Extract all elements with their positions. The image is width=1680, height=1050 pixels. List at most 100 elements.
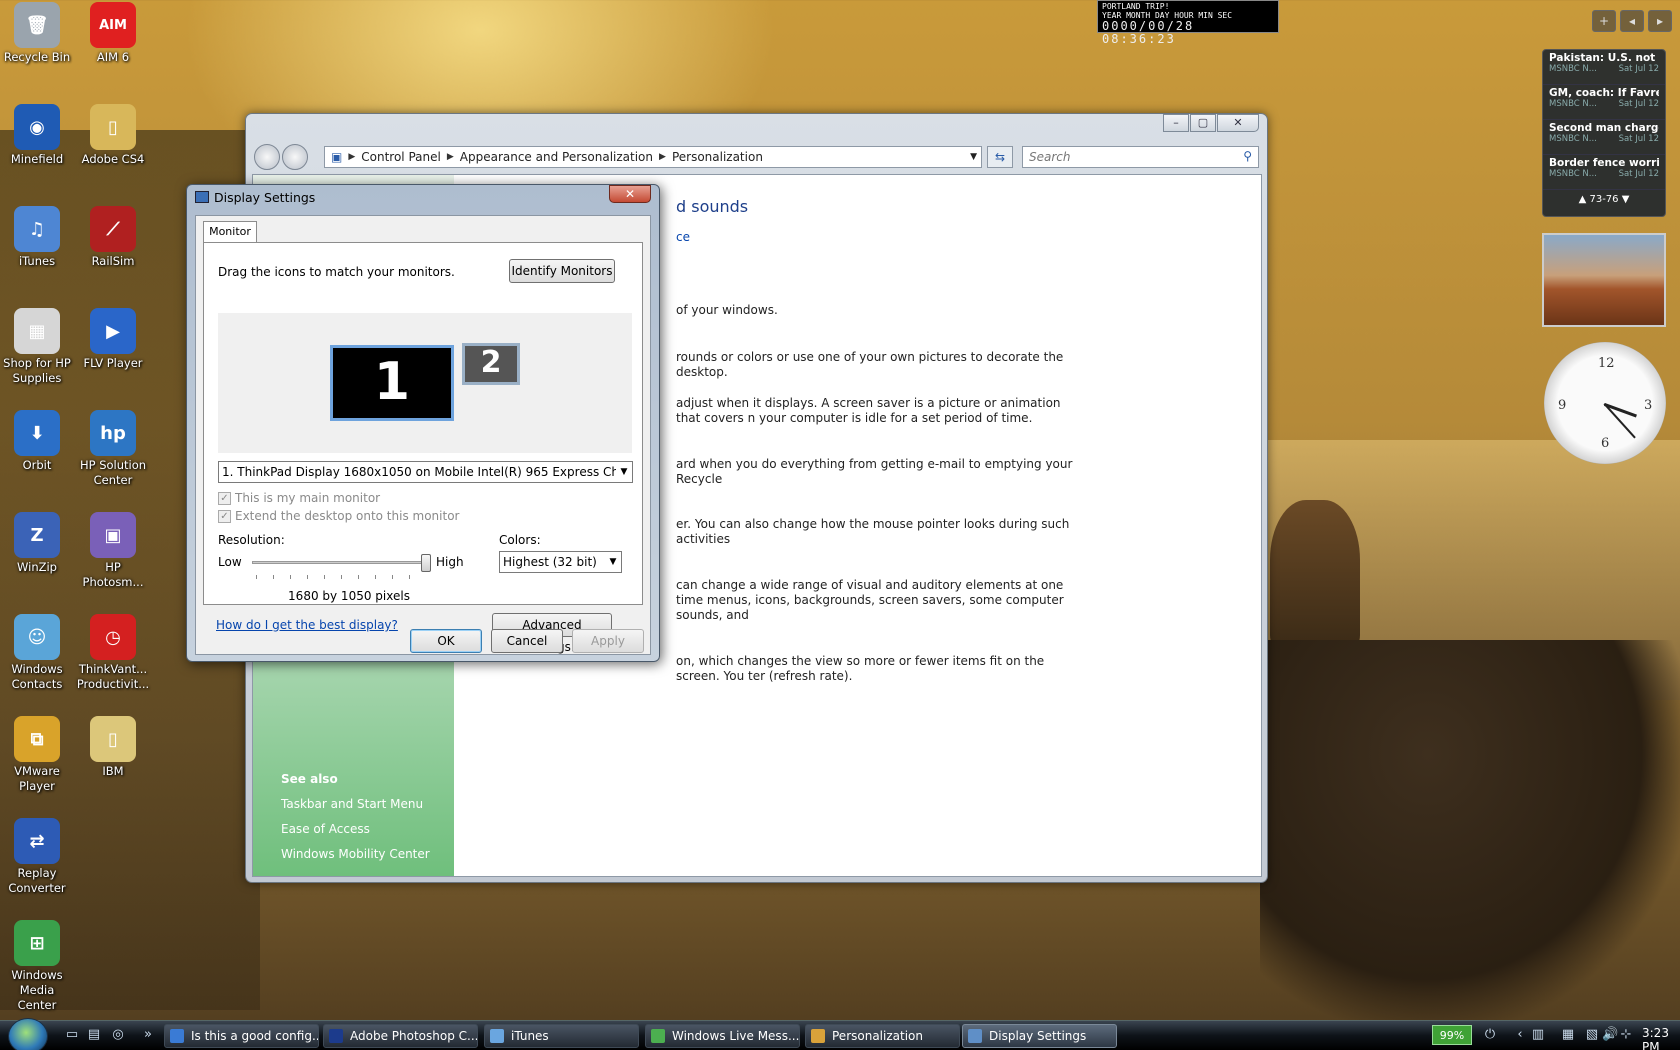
news-pager: ▲ 73-76 ▼ bbox=[1543, 194, 1665, 205]
extend-desktop-checkbox[interactable]: ✓ Extend the desktop onto this monitor bbox=[218, 509, 459, 523]
close-button[interactable]: ✕ bbox=[1217, 114, 1259, 132]
switch-windows-icon[interactable]: ▤ bbox=[86, 1027, 102, 1043]
news-meta: MSNBC N... Sat Jul 12 bbox=[1549, 169, 1659, 179]
volume-icon[interactable]: 🔊 bbox=[1602, 1027, 1618, 1043]
main-monitor-checkbox[interactable]: ✓ This is my main monitor bbox=[218, 491, 380, 505]
breadcrumb-appearance[interactable]: Appearance and Personalization bbox=[454, 150, 659, 164]
back-button[interactable] bbox=[254, 144, 280, 170]
desktop-icon[interactable]: ⧉ VMware Player bbox=[0, 716, 75, 794]
taskbar-button[interactable]: iTunes bbox=[484, 1024, 639, 1048]
folder-icon: ▯ bbox=[90, 716, 136, 762]
display-select[interactable]: 1. ThinkPad Display 1680x1050 on Mobile … bbox=[218, 461, 633, 483]
desktop-icon-label: Shop for HP Supplies bbox=[3, 356, 71, 385]
refresh-icon[interactable]: ⇆ bbox=[987, 146, 1013, 168]
show-desktop-icon[interactable]: ▭ bbox=[64, 1027, 80, 1043]
colors-select[interactable]: Highest (32 bit) ▼ bbox=[499, 551, 622, 573]
desktop-icon[interactable]: Z WinZip bbox=[0, 512, 75, 575]
desktop-icon[interactable]: ◷ ThinkVant... Productivit... bbox=[75, 614, 151, 692]
ok-button[interactable]: OK bbox=[410, 629, 482, 653]
taskbar-button[interactable]: Windows Live Mess... bbox=[645, 1024, 800, 1048]
monitor-2-icon[interactable]: 2 bbox=[462, 343, 520, 385]
page-title: d sounds bbox=[676, 197, 749, 216]
news-list: Pakistan: U.S. not hu...MSNBC N...Sat Ju… bbox=[1543, 50, 1665, 190]
taskbar-button[interactable]: Display Settings bbox=[962, 1024, 1117, 1048]
dialog-body: Monitor Drag the icons to match your mon… bbox=[195, 215, 651, 655]
battery-indicator[interactable]: 99% bbox=[1432, 1025, 1472, 1045]
start-button[interactable] bbox=[8, 1018, 48, 1050]
identify-monitors-button[interactable]: Identify Monitors bbox=[509, 259, 615, 283]
see-also-mobility-center-link[interactable]: Windows Mobility Center bbox=[281, 842, 430, 867]
tray-expand-icon[interactable]: ‹ bbox=[1512, 1027, 1528, 1043]
power-icon[interactable]: ⏻ bbox=[1482, 1027, 1498, 1043]
taskbar-button[interactable]: Personalization bbox=[805, 1024, 960, 1048]
personalization-description: ard when you do everything from getting … bbox=[676, 457, 1073, 486]
desktop-icon[interactable]: ▣ HP Photosm... bbox=[75, 512, 151, 590]
desktop-icon[interactable]: AIM AIM 6 bbox=[75, 2, 151, 65]
resolution-slider[interactable] bbox=[252, 554, 431, 572]
apply-button[interactable]: Apply bbox=[572, 629, 644, 653]
desktop-icon[interactable]: ⟋ RailSim bbox=[75, 206, 151, 269]
news-gadget: Pakistan: U.S. not hu...MSNBC N...Sat Ju… bbox=[1542, 49, 1666, 217]
desktop-icon[interactable]: ▯ IBM bbox=[75, 716, 151, 779]
forward-button[interactable] bbox=[282, 144, 308, 170]
minimize-button[interactable]: – bbox=[1163, 114, 1189, 132]
network-icon[interactable]: ▥ bbox=[1530, 1027, 1546, 1043]
desktop-icon[interactable]: ☺ Windows Contacts bbox=[0, 614, 75, 692]
taskbar-button-label: Adobe Photoshop C... bbox=[350, 1029, 478, 1043]
add-gadget-button[interactable]: + bbox=[1592, 10, 1616, 32]
folder-icon: ▯ bbox=[90, 104, 136, 150]
taskbar-button[interactable]: Adobe Photoshop C... bbox=[323, 1024, 478, 1048]
wireless-icon[interactable]: ⊹ bbox=[1618, 1027, 1634, 1043]
tray-app-icon[interactable]: ▦ bbox=[1560, 1027, 1576, 1043]
breadcrumb-personalization[interactable]: Personalization bbox=[666, 150, 769, 164]
news-item[interactable]: Border fence worries...MSNBC N... Sat Jul… bbox=[1543, 155, 1665, 190]
dialog-close-button[interactable]: ✕ bbox=[609, 185, 651, 203]
desktop-icon-label: ThinkVant... Productivit... bbox=[76, 662, 150, 691]
desktop-icon[interactable]: ⊞ Windows Media Center bbox=[0, 920, 75, 1013]
desktop-icon-label: Replay Converter bbox=[8, 866, 66, 895]
sidebar-next-icon[interactable]: ▸ bbox=[1648, 10, 1672, 32]
maximize-button[interactable]: ▢ bbox=[1190, 114, 1216, 132]
resolution-high-label: High bbox=[436, 555, 464, 569]
desktop-icon-label: Recycle Bin bbox=[3, 50, 71, 64]
search-input[interactable]: Search ⚲ bbox=[1022, 146, 1259, 168]
system-clock[interactable]: 3:23 PM bbox=[1642, 1026, 1680, 1050]
personalization-description: on, which changes the view so more or fe… bbox=[676, 654, 1045, 683]
monitor-1-icon[interactable]: 1 bbox=[330, 345, 454, 421]
see-also-taskbar-link[interactable]: Taskbar and Start Menu bbox=[281, 792, 430, 817]
address-bar[interactable]: ▣ ▶ Control Panel ▶ Appearance and Perso… bbox=[324, 146, 982, 168]
sidebar-prev-icon[interactable]: ◂ bbox=[1620, 10, 1644, 32]
breadcrumb-separator-icon: ▶ bbox=[446, 152, 454, 162]
news-next-icon[interactable]: ▼ bbox=[1622, 194, 1630, 205]
news-item[interactable]: Second man charged...MSNBC N... Sat Jul 1… bbox=[1543, 120, 1665, 155]
news-prev-icon[interactable]: ▲ bbox=[1579, 194, 1587, 205]
desktop-icon[interactable]: ▶ FLV Player bbox=[75, 308, 151, 371]
desktop-icon[interactable]: ♫ iTunes bbox=[0, 206, 75, 269]
desktop-icon[interactable]: hp HP Solution Center bbox=[75, 410, 151, 488]
desktop-icon[interactable]: ◉ Minefield bbox=[0, 104, 75, 167]
media-center-icon: ⊞ bbox=[14, 920, 60, 966]
network-status-icon[interactable]: ▧ bbox=[1584, 1027, 1600, 1043]
breadcrumb-control-panel[interactable]: Control Panel bbox=[355, 150, 447, 164]
see-also-ease-of-access-link[interactable]: Ease of Access bbox=[281, 817, 430, 842]
resolution-slider-thumb[interactable] bbox=[421, 554, 431, 572]
tab-monitor[interactable]: Monitor bbox=[203, 221, 257, 243]
cancel-button[interactable]: Cancel bbox=[491, 629, 563, 653]
address-dropdown-icon[interactable]: ▼ bbox=[970, 152, 981, 162]
slideshow-gadget[interactable] bbox=[1542, 233, 1666, 327]
change-color-link[interactable]: ce bbox=[676, 230, 690, 244]
browser-quick-launch-icon[interactable]: ◎ bbox=[110, 1027, 126, 1043]
news-item[interactable]: GM, coach: If Favre r...MSNBC N... Sat Ju… bbox=[1543, 85, 1665, 120]
taskbar-button-label: Windows Live Mess... bbox=[672, 1029, 800, 1043]
desktop-icon[interactable]: ⬇ Orbit bbox=[0, 410, 75, 473]
desktop-icon[interactable]: 🗑 Recycle Bin bbox=[0, 2, 75, 65]
quick-launch-more-icon[interactable]: » bbox=[140, 1027, 156, 1043]
display-settings-icon bbox=[195, 191, 209, 203]
desktop-icon[interactable]: ▦ Shop for HP Supplies bbox=[0, 308, 75, 386]
desktop-icon[interactable]: ⇄ Replay Converter bbox=[0, 818, 75, 896]
best-display-help-link[interactable]: How do I get the best display? bbox=[216, 618, 398, 632]
news-item[interactable]: Pakistan: U.S. not hu...MSNBC N... Sat Ju… bbox=[1543, 50, 1665, 85]
taskbar-button[interactable]: Is this a good config... bbox=[164, 1024, 319, 1048]
desktop-icon[interactable]: ▯ Adobe CS4 bbox=[75, 104, 151, 167]
search-icon[interactable]: ⚲ bbox=[1243, 149, 1252, 163]
